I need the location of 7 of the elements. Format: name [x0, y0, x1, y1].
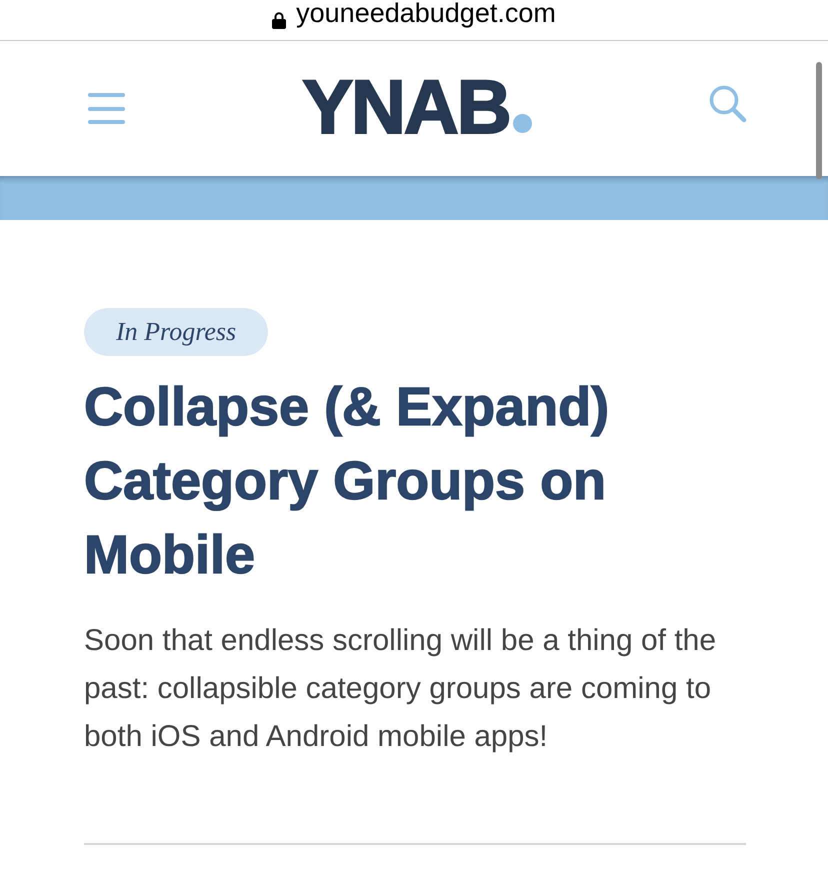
url-text: youneedabudget.com [296, 0, 556, 26]
article-title: Collapse (& Expand) Category Groups on Mobile [84, 376, 610, 587]
logo-link[interactable]: YNAB [302, 70, 532, 146]
search-icon[interactable] [708, 85, 747, 123]
status-badge: In Progress [84, 308, 268, 356]
article-summary: Soon that endless scrolling will be a thing of the past: collapsible category groups are coming to both iOS and Android mobile apps! [84, 623, 718, 755]
menu-icon[interactable] [88, 93, 125, 124]
